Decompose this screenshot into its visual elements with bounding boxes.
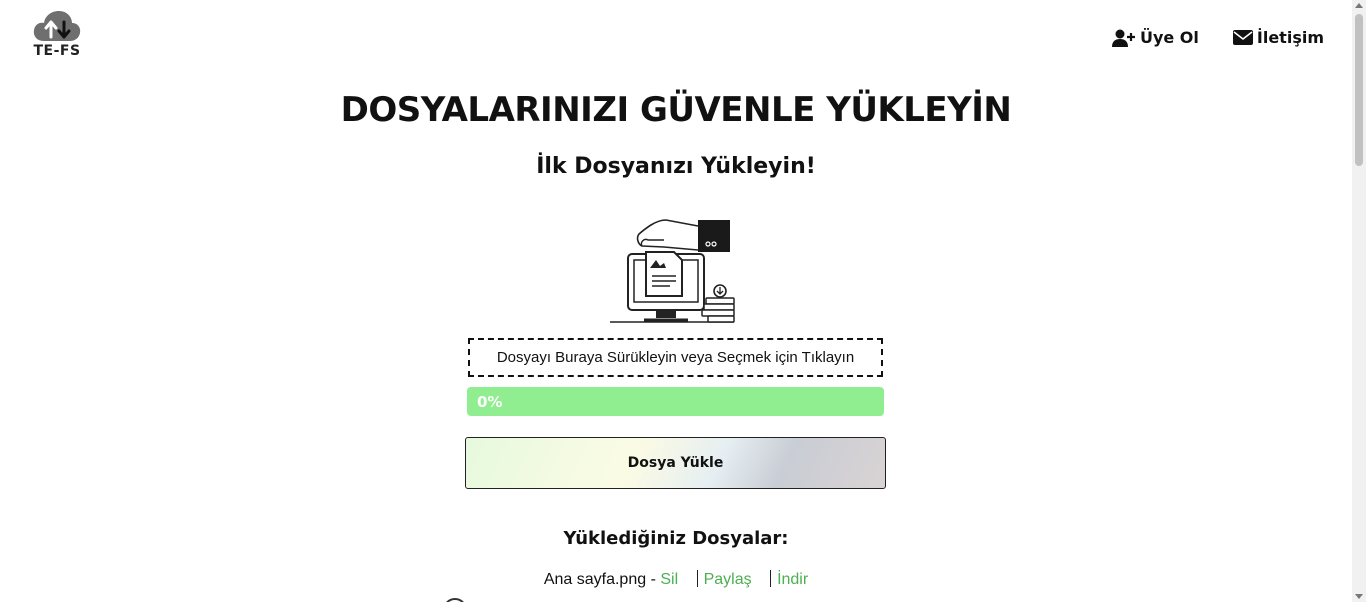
delete-file-link[interactable]: Sil <box>660 571 678 588</box>
nav-signup-link[interactable]: Üye Ol <box>1111 28 1199 47</box>
file-list-item: Ana sayfa.png - Sil Paylaş İndir <box>0 570 1352 589</box>
file-dropzone[interactable]: Dosyayı Buraya Sürükleyin veya Seçmek iç… <box>468 338 883 377</box>
uploaded-files-title: Yüklediğiniz Dosyalar: <box>563 528 789 549</box>
user-plus-icon <box>1111 29 1135 47</box>
cloud-upload-download-icon <box>33 11 81 41</box>
share-file-link[interactable]: Paylaş <box>704 571 752 588</box>
file-dash: - <box>650 571 656 588</box>
nav-contact-link[interactable]: İletişim <box>1232 28 1324 47</box>
nav-signup-label: Üye Ol <box>1139 28 1199 47</box>
scroll-up-arrow-icon[interactable] <box>1355 3 1363 8</box>
page: TE-FS Üye Ol İletişim DOSYALARINIZI GÜVE… <box>0 0 1352 602</box>
page-title: DOSYALARINIZI GÜVENLE YÜKLEYİN <box>340 90 1012 130</box>
nav-contact-label: İletişim <box>1256 28 1324 47</box>
scrollbar-thumb[interactable] <box>1355 14 1363 166</box>
dropzone-label: Dosyayı Buraya Sürükleyin veya Seçmek iç… <box>496 349 855 366</box>
page-subtitle: İlk Dosyanızı Yükleyin! <box>536 154 816 179</box>
logo[interactable]: TE-FS <box>28 10 86 64</box>
envelope-icon <box>1232 30 1253 45</box>
logo-text: TE-FS <box>33 43 81 59</box>
upload-progress-bar: 0% <box>467 387 884 416</box>
partial-icon <box>443 598 467 602</box>
top-nav: Üye Ol İletişim <box>1111 28 1324 47</box>
file-name: Ana sayfa.png <box>543 571 647 588</box>
separator <box>770 570 772 587</box>
upload-progress-text: 0% <box>477 393 503 411</box>
upload-file-button[interactable]: Dosya Yükle <box>465 437 886 489</box>
separator <box>696 570 698 587</box>
vertical-scrollbar[interactable] <box>1352 0 1366 602</box>
upload-illustration <box>610 219 735 323</box>
scroll-down-arrow-icon[interactable] <box>1355 594 1363 599</box>
download-file-link[interactable]: İndir <box>777 571 808 588</box>
